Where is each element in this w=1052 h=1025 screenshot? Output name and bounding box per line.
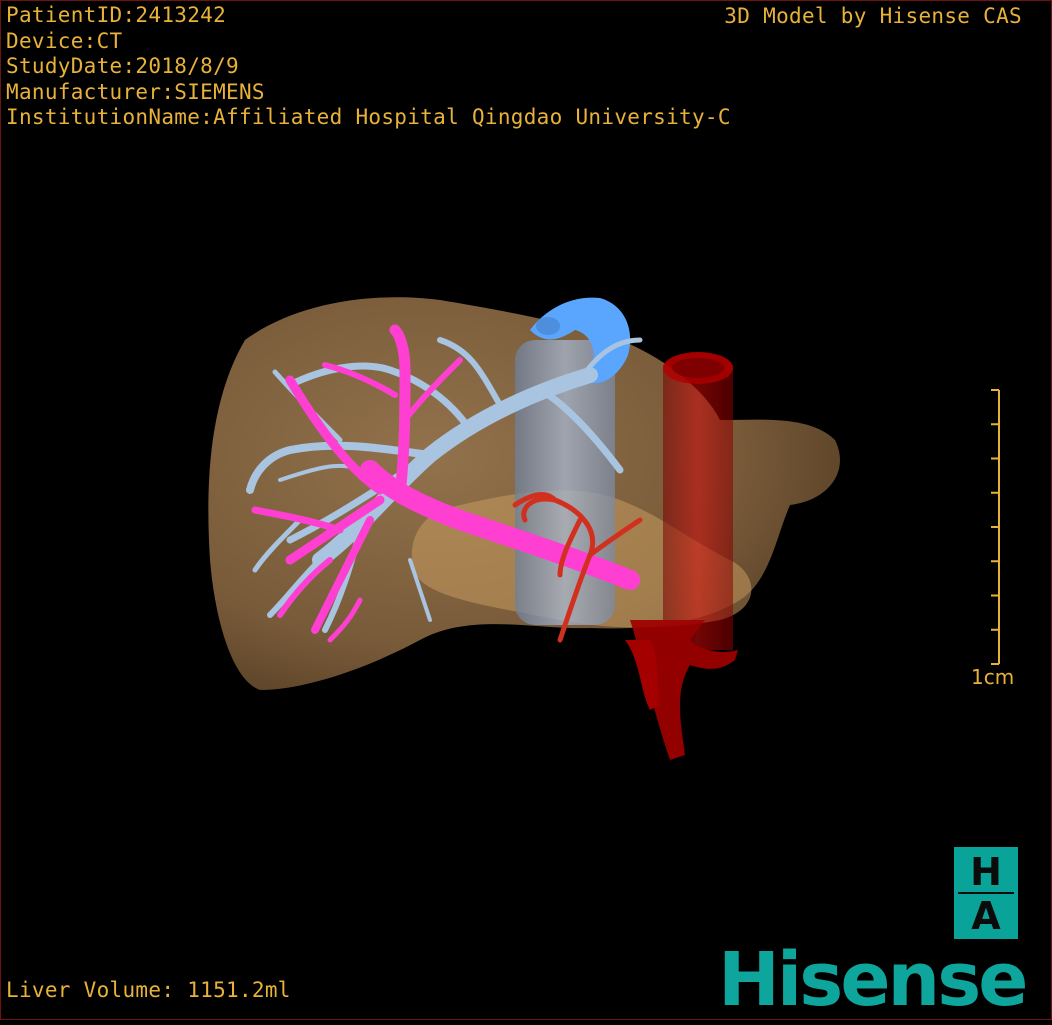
- liver-3d-model[interactable]: [0, 0, 1052, 1020]
- liver-volume: Liver Volume: 1151.2ml: [6, 978, 291, 1002]
- dicom-info: PatientID:2413242 Device:CT StudyDate:20…: [6, 3, 731, 131]
- device: Device:CT: [6, 28, 123, 53]
- ha-logo: H A: [954, 847, 1018, 939]
- study-date: StudyDate:2018/8/9: [6, 54, 239, 78]
- ha-letter-top: H: [970, 850, 1002, 894]
- brand-caption: 3D Model by Hisense CAS: [724, 4, 1022, 28]
- institution-name: InstitutionName:Affiliated Hospital Qing…: [6, 105, 731, 129]
- hisense-logo: Hisense: [718, 937, 1028, 1023]
- patient-id: PatientID:2413242: [6, 3, 227, 27]
- scale-label: 1cm: [971, 665, 1015, 689]
- manufacturer: Manufacturer:SIEMENS: [6, 79, 265, 104]
- ha-letter-bottom: A: [971, 894, 1001, 938]
- scale-bar: [991, 389, 1000, 665]
